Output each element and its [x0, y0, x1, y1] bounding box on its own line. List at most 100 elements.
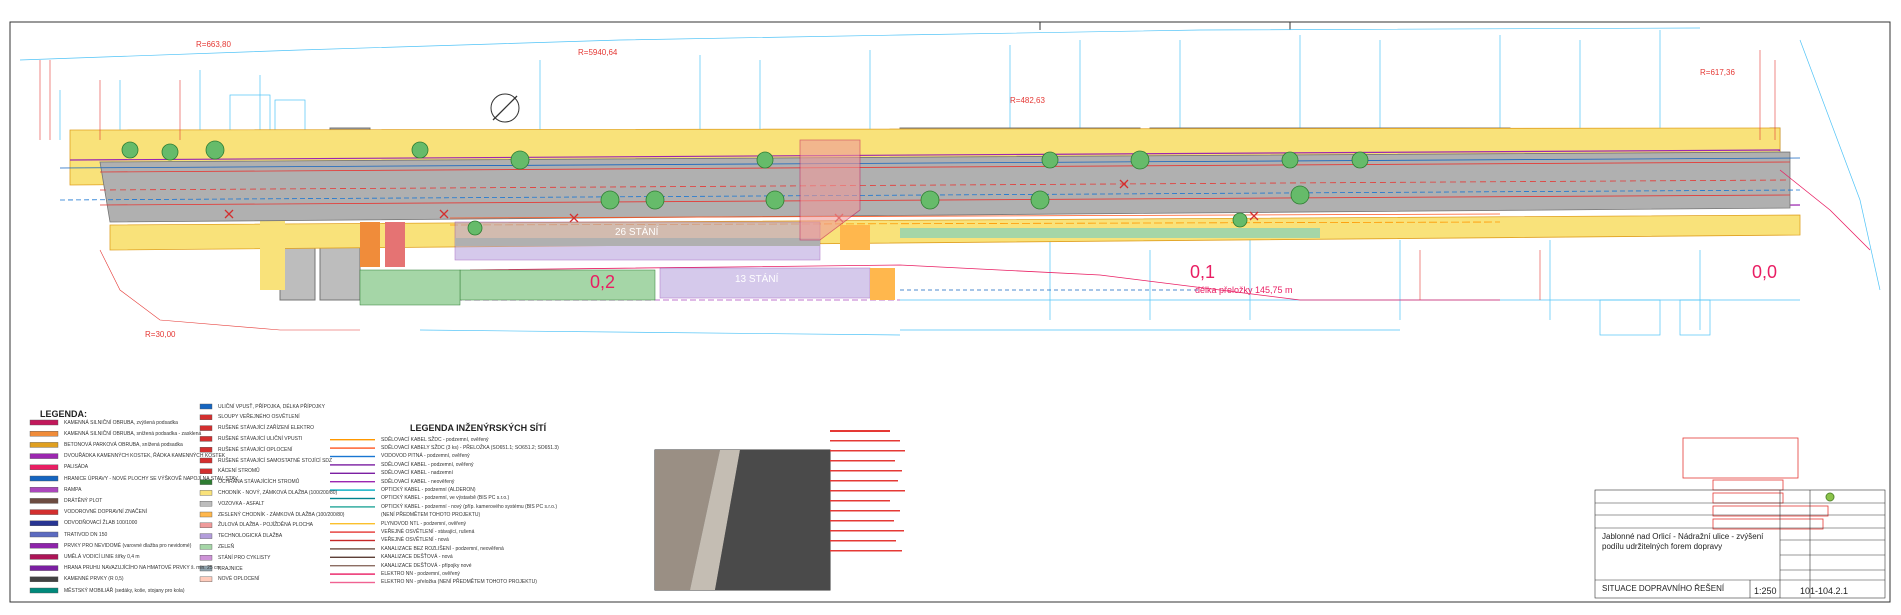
legend-networks-swatch	[330, 556, 375, 558]
legend-mid-swatch	[199, 436, 213, 442]
green-strip	[900, 228, 1320, 238]
legend-networks-swatch	[330, 531, 375, 533]
radius-label-3: R=482,63	[1010, 96, 1045, 105]
legend-mid-swatch	[199, 501, 213, 507]
legend-networks-swatch	[330, 481, 375, 483]
legend-title: LEGENDA:	[40, 409, 87, 419]
legend-left-item: MĚSTSKÝ MOBILIÁŘ (sedáky, koše, stojany …	[64, 587, 185, 594]
legend-mid-item: OCHRANA STÁVAJÍCÍCH STROMŮ	[218, 479, 300, 486]
legend-left-item: DRÁTĚNÝ PLOT	[64, 497, 103, 504]
legend-left-swatch	[29, 475, 59, 482]
legend-left-item: PRVKY PRO NEVIDOMÉ (varovné dlažba pro n…	[64, 542, 192, 549]
radius-label-2: R=663,80	[196, 40, 231, 49]
legend-networks-item: SDĚLOVACÍ KABEL SŽDC - podzemní, ověřený	[381, 436, 489, 443]
legend-left-swatch	[29, 576, 59, 582]
legend-networks-item: OPTICKÝ KABEL - podzemní (ALDERON)	[381, 486, 476, 493]
legend-left-swatch	[29, 419, 59, 426]
legend-mid-item: ULIČNÍ VPUSŤ, PŘÍPOJKA, DÉLKA PŘÍPOJKY	[218, 403, 325, 410]
legend-networks-title: LEGENDA INŽENÝRSKÝCH SÍTÍ	[410, 423, 547, 433]
legend-left-item: KAMENNÁ SILNIČNÍ OBRUBA, snížená podsadk…	[64, 430, 202, 437]
legend-networks-swatch	[330, 565, 375, 567]
legend-mid-swatch	[199, 544, 213, 550]
legend-left-item: DVOUŘÁDKA KAMENNÝCH KOSTEK, ŘÁDKA KAMENN…	[64, 453, 226, 460]
legend-networks-swatch	[330, 447, 375, 449]
legend-left-swatch	[29, 487, 59, 493]
legend-networks-item: (NENÍ PŘEDMĚTEM TOHOTO PROJEKTU)	[381, 512, 481, 519]
legend-networks-swatch	[330, 539, 375, 542]
legend-networks-swatch	[330, 573, 375, 575]
chainage-0-2: 0,2	[590, 272, 616, 292]
legend-networks-swatch	[330, 548, 375, 550]
legend-left-swatch	[29, 442, 59, 448]
legend-mid-item: CHODNÍK - NOVÝ, ZÁMKOVÁ DLAŽBA (100/200/…	[218, 489, 338, 496]
legend-left-item: HRANICE ÚPRAVY - NOVÉ PLOCHY SE VÝŠKOVĚ …	[64, 475, 239, 482]
legend-mid-item: VOZOVKA - ASFALT	[218, 500, 265, 507]
legend-networks-swatch	[330, 439, 375, 441]
legend-mid-item: RUŠENÉ STÁVAJÍCÍ ZAŘÍZENÍ ELEKTRO	[218, 425, 315, 432]
legend-networks-item: KANALIZACE DEŠŤOVÁ - nová	[381, 554, 453, 561]
legend-networks-swatch	[330, 523, 375, 525]
legend-left-item: HRANA PRUHU NAVAZUJÍCÍHO NA HMATOVÉ PRVK…	[64, 565, 221, 572]
legend-networks-item: ELEKTRO NN - podzemní, ověřený	[381, 570, 460, 577]
drawing-number: 101-104.2.1	[1800, 586, 1849, 596]
radius-label-4: R=617,36	[1700, 68, 1735, 77]
legend-left-swatch	[29, 554, 59, 560]
legend-mid-item: KÁCENÍ STROMŮ	[218, 468, 260, 475]
legend-networks-item: SDĚLOVACÍ KABEL - neověřený	[381, 478, 455, 485]
stall-label-13: 13 STÁNÍ	[735, 274, 779, 285]
legend-left-item: KAMENNÉ PRVKY (R 0,5)	[64, 576, 124, 583]
legend-mid-swatch	[199, 522, 213, 528]
legend-mid-swatch	[199, 511, 213, 518]
legend-left-item: ODVODŇOVACÍ ŽLAB 100/1000	[64, 520, 138, 527]
project-name: Jablonné nad Orlicí - Nádražní ulice - z…	[1602, 532, 1764, 551]
legend-mid-swatch	[199, 555, 213, 561]
legend-networks-swatch	[330, 581, 375, 584]
legend-networks-item: VEŘEJNÉ OSVĚTLENÍ - stávající, rušená	[381, 528, 475, 535]
legend-left-swatch	[29, 531, 59, 538]
legend-mid-item: SLOUPY VEŘEJNÉHO OSVĚTLENÍ	[218, 414, 300, 421]
legend-left-swatch	[29, 509, 59, 515]
legend-mid-swatches	[199, 403, 213, 582]
legend-mid-item: KRAJNICE	[218, 565, 243, 572]
legend-left-swatch	[29, 453, 59, 459]
curb-photo	[654, 449, 831, 591]
legend-networks-item: PLYNOVOD NTL - podzemní, ověřený	[381, 520, 467, 527]
legend-left-item: TRATIVOD DN 150	[64, 531, 108, 538]
legend-mid-item: TECHNOLOGICKÁ DLAŽBA	[218, 533, 283, 540]
legend-networks-swatch	[330, 497, 375, 500]
legend-left-item: RAMPA	[64, 486, 82, 493]
company-logo-icon	[1825, 492, 1835, 502]
legend-networks-item: SDĚLOVACÍ KABEL - nadzemní	[381, 470, 453, 477]
legend-networks-item: KANALIZACE DEŠŤOVÁ - přípojky nové	[381, 562, 472, 569]
legend-left-item: PALISÁDA	[64, 464, 89, 471]
drawing-scale: 1:250	[1754, 586, 1777, 596]
legend-left-item: BETONOVÁ PARKOVÁ OBRUBA, snížená podsadk…	[64, 441, 183, 448]
legend-left-swatch	[29, 520, 59, 526]
legend-left-swatch	[29, 587, 59, 594]
legend-networks-item: ELEKTRO NN - přeložka (NENÍ PŘEDMĚTEM TO…	[381, 579, 537, 586]
legend-networks-swatch	[330, 506, 375, 508]
radius-label-1: R=5940,64	[578, 48, 618, 57]
legend-networks-item: VEŘEJNÉ OSVĚTLENÍ - nová	[381, 537, 449, 544]
legend-left-swatch	[29, 431, 59, 437]
legend-mid-item: RUŠENÉ STÁVAJÍCÍ ULIČNÍ VPUSTI	[218, 435, 303, 442]
legend-mid-swatch	[199, 533, 213, 539]
legend-left-swatch	[29, 543, 59, 549]
legend-networks-item: OPTICKÝ KABEL - podzemní, ve výstavbě (B…	[381, 495, 510, 502]
legend-mid-item: RUŠENÉ STÁVAJÍCÍ OPLOCENÍ	[218, 446, 293, 453]
legend-left-swatch	[29, 464, 59, 470]
legend-mid-item: ZESLENÝ CHODNÍK - ZÁMKOVÁ DLAŽBA (100/20…	[218, 511, 345, 518]
legend-mid-swatch	[199, 414, 213, 420]
legend-mid-swatch	[199, 425, 213, 431]
legend-mid-item: ŽULOVÁ DLAŽBA - POJÍŽDĚNÁ PLOCHA	[218, 522, 314, 529]
legend-networks-item: OPTICKÝ KABEL - podzemní - nový (příp. k…	[381, 503, 557, 510]
legend-mid-item: RUŠENÉ STÁVAJÍCÍ SAMOSTATNÉ STOJÍCÍ SDZ	[218, 457, 333, 464]
legend-mid-item: STÁNÍ PRO CYKLISTY	[218, 554, 271, 561]
legend-left-item: UMĚLÁ VODICÍ LINIE šířky 0,4 m	[64, 553, 140, 560]
legend-left-item: VODOROVNÉ DOPRAVNÍ ZNAČENÍ	[64, 509, 147, 516]
legend-left-swatch	[29, 565, 59, 571]
legend-networks-item: KANALIZACE BEZ ROZLIŠENÍ - podzemní, neo…	[381, 545, 504, 552]
legend-left-item: KAMENNÁ SILNIČNÍ OBRUBA, zvýšená podsadk…	[64, 419, 178, 426]
radius-label-5: R=30,00	[145, 330, 176, 339]
legend-networks-item: VODOVOD PITNÁ - podzemní, ověřený	[381, 453, 470, 460]
